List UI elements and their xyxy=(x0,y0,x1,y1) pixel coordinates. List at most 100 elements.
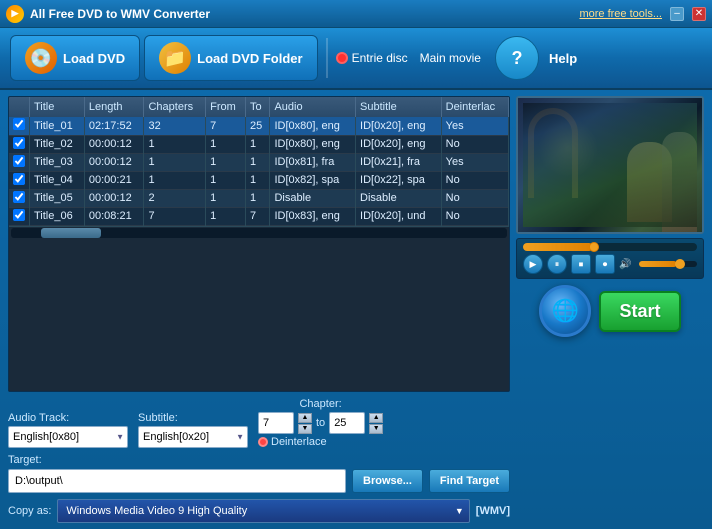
player-buttons: ▶ ⏸ ⏹ ⏺ 🔊 xyxy=(523,254,697,274)
hscroll-track[interactable] xyxy=(11,228,507,238)
minimize-button[interactable]: – xyxy=(670,7,684,21)
row-checkbox[interactable] xyxy=(13,209,25,221)
table-row[interactable]: Title_03 00:00:12 1 1 1 ID[0x81], fra ID… xyxy=(9,153,509,171)
row-check-cell[interactable] xyxy=(9,153,30,171)
controls-row: Audio Track: English[0x80] Subtitle: Eng… xyxy=(8,398,510,448)
more-tools-link[interactable]: more free tools... xyxy=(579,8,662,20)
row-checkbox[interactable] xyxy=(13,118,25,130)
disc-radio[interactable] xyxy=(336,52,348,64)
table-row[interactable]: Title_02 00:00:12 1 1 1 ID[0x80], eng ID… xyxy=(9,135,509,153)
chapter-to-up[interactable]: ▲ xyxy=(369,413,383,423)
table-row[interactable]: Title_04 00:00:21 1 1 1 ID[0x82], spa ID… xyxy=(9,171,509,189)
browse-button[interactable]: Browse... xyxy=(352,469,423,493)
pause-button[interactable]: ⏸ xyxy=(547,254,567,274)
entire-disc-label: Entrie disc xyxy=(352,51,408,65)
col-audio: Audio xyxy=(270,97,356,117)
deinterlace-label: Deinterlace xyxy=(271,436,327,448)
row-to: 1 xyxy=(246,189,270,207)
row-check-cell[interactable] xyxy=(9,189,30,207)
hscroll-thumb[interactable] xyxy=(41,228,101,238)
volume-icon: 🔊 xyxy=(619,259,631,270)
chapter-to-down[interactable]: ▼ xyxy=(369,424,383,434)
record-button[interactable]: ⏺ xyxy=(595,254,615,274)
app-logo: ▶ xyxy=(6,5,24,23)
subtitle-select-wrapper: English[0x20] xyxy=(138,426,248,448)
to-label: to xyxy=(316,417,325,429)
col-subtitle: Subtitle xyxy=(356,97,442,117)
volume-track[interactable] xyxy=(639,261,697,267)
deinterlace-radio[interactable] xyxy=(258,437,268,447)
row-check-cell[interactable] xyxy=(9,135,30,153)
row-audio: ID[0x82], spa xyxy=(270,171,356,189)
subtitle-select[interactable]: English[0x20] xyxy=(138,426,248,448)
row-check-cell[interactable] xyxy=(9,117,30,135)
row-audio: ID[0x83], eng xyxy=(270,207,356,225)
row-chapters: 7 xyxy=(144,207,206,225)
table-scroll-area[interactable]: Title Length Chapters From To Audio Subt… xyxy=(9,97,509,226)
row-length: 00:00:21 xyxy=(84,171,144,189)
row-chapters: 32 xyxy=(144,117,206,135)
row-from: 1 xyxy=(206,171,246,189)
entire-disc-option[interactable]: Entrie disc xyxy=(336,51,408,65)
target-input-row: Browse... Find Target xyxy=(8,469,510,493)
row-deinterlace: No xyxy=(441,135,508,153)
row-length: 00:00:12 xyxy=(84,135,144,153)
help-label: Help xyxy=(549,51,577,66)
row-title: Title_03 xyxy=(30,153,85,171)
close-button[interactable]: ✕ xyxy=(692,7,706,21)
load-folder-button[interactable]: 📁 Load DVD Folder xyxy=(144,35,317,81)
row-check-cell[interactable] xyxy=(9,207,30,225)
play-button[interactable]: ▶ xyxy=(523,254,543,274)
row-to: 1 xyxy=(246,153,270,171)
start-button[interactable]: Start xyxy=(599,291,680,332)
main-content: Title Length Chapters From To Audio Subt… xyxy=(0,90,712,529)
help-icon: ? xyxy=(511,48,522,69)
audio-track-select[interactable]: English[0x80] xyxy=(8,426,128,448)
row-check-cell[interactable] xyxy=(9,171,30,189)
table-row[interactable]: Title_01 02:17:52 32 7 25 ID[0x80], eng … xyxy=(9,117,509,135)
row-audio: ID[0x81], fra xyxy=(270,153,356,171)
target-row: Target: Browse... Find Target xyxy=(8,454,510,493)
row-subtitle: ID[0x20], und xyxy=(356,207,442,225)
row-from: 1 xyxy=(206,135,246,153)
row-from: 7 xyxy=(206,117,246,135)
progress-bar-container[interactable] xyxy=(523,243,697,251)
row-title: Title_04 xyxy=(30,171,85,189)
table-header-row: Title Length Chapters From To Audio Subt… xyxy=(9,97,509,117)
col-title: Title xyxy=(30,97,85,117)
find-target-button[interactable]: Find Target xyxy=(429,469,510,493)
table-hscroll[interactable] xyxy=(9,226,509,240)
copy-format-select[interactable]: Windows Media Video 9 High Quality xyxy=(57,499,469,523)
row-subtitle: ID[0x20], eng xyxy=(356,117,442,135)
row-to: 1 xyxy=(246,135,270,153)
table-row[interactable]: Title_06 00:08:21 7 1 7 ID[0x83], eng ID… xyxy=(9,207,509,225)
row-length: 02:17:52 xyxy=(84,117,144,135)
row-checkbox[interactable] xyxy=(13,155,25,167)
row-checkbox[interactable] xyxy=(13,137,25,149)
chapter-from-down[interactable]: ▼ xyxy=(298,424,312,434)
format-tag: [WMV] xyxy=(476,505,510,517)
start-section: 🌐 Start xyxy=(516,285,704,337)
video-preview xyxy=(516,96,704,234)
chapter-from-input[interactable] xyxy=(258,412,294,434)
row-checkbox[interactable] xyxy=(13,173,25,185)
row-checkbox[interactable] xyxy=(13,191,25,203)
col-check xyxy=(9,97,30,117)
target-label: Target: xyxy=(8,454,510,466)
audio-track-select-wrapper: English[0x80] xyxy=(8,426,128,448)
stop-button[interactable]: ⏹ xyxy=(571,254,591,274)
row-subtitle: ID[0x21], fra xyxy=(356,153,442,171)
target-path-input[interactable] xyxy=(8,469,346,493)
col-deinterlace: Deinterlac xyxy=(441,97,508,117)
chapter-from-up[interactable]: ▲ xyxy=(298,413,312,423)
row-deinterlace: No xyxy=(441,189,508,207)
help-button[interactable]: ? xyxy=(495,36,539,80)
row-to: 25 xyxy=(246,117,270,135)
chapter-to-input[interactable] xyxy=(329,412,365,434)
table-row[interactable]: Title_05 00:00:12 2 1 1 Disable Disable … xyxy=(9,189,509,207)
audio-track-group: Audio Track: English[0x80] xyxy=(8,412,128,448)
deinterlace-option[interactable]: Deinterlace xyxy=(258,436,383,448)
row-deinterlace: Yes xyxy=(441,153,508,171)
main-movie-option[interactable]: Main movie xyxy=(420,51,481,65)
load-dvd-button[interactable]: 💿 Load DVD xyxy=(10,35,140,81)
